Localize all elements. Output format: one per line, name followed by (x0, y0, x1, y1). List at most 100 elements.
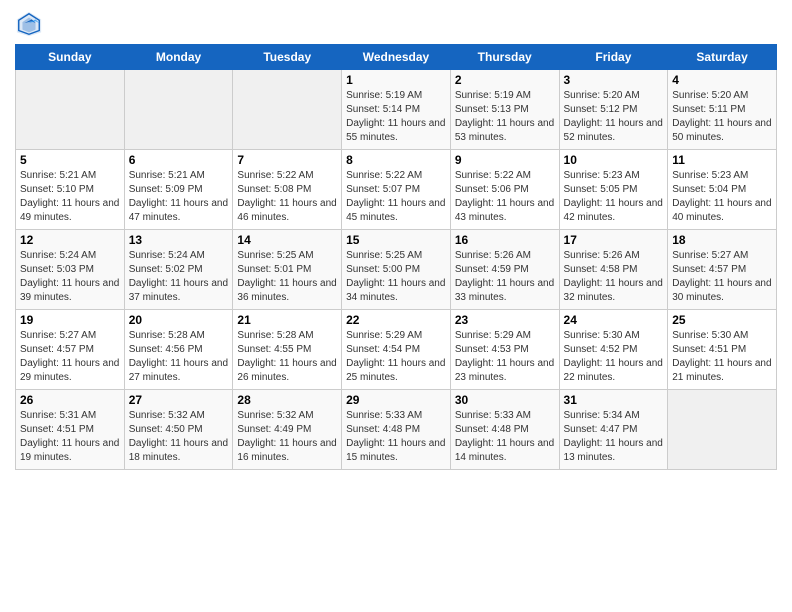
day-cell: 27Sunrise: 5:32 AM Sunset: 4:50 PM Dayli… (124, 390, 233, 470)
day-info: Sunrise: 5:22 AM Sunset: 5:08 PM Dayligh… (237, 169, 337, 225)
day-cell: 4 Sunrise: 5:20 AM Sunset: 5:11 PM Daylig… (668, 70, 777, 150)
day-header-wednesday: Wednesday (342, 45, 451, 70)
day-cell: 18 Sunrise: 5:27 AM Sunset: 4:57 PM Dayli… (668, 230, 777, 310)
day-cell: 23 Sunrise: 5:29 AM Sunset: 4:53 PM Dayli… (450, 310, 559, 390)
day-number: 6 (129, 153, 229, 167)
day-cell: 1 Sunrise: 5:19 AM Sunset: 5:14 PM Daylig… (342, 70, 451, 150)
day-info: Sunrise: 5:32 AM Sunset: 4:49 PM Dayligh… (237, 409, 337, 465)
day-info: Sunrise: 5:20 AM Sunset: 5:12 PM Dayligh… (564, 89, 664, 145)
day-number: 30 (455, 393, 555, 407)
day-cell (16, 70, 125, 150)
day-cell: 22 Sunrise: 5:29 AM Sunset: 4:54 PM Dayli… (342, 310, 451, 390)
day-info: Sunrise: 5:24 AM Sunset: 5:02 PM Dayligh… (129, 249, 229, 305)
day-info: Sunrise: 5:24 AM Sunset: 5:03 PM Dayligh… (20, 249, 120, 305)
logo-icon (15, 10, 43, 38)
day-number: 25 (672, 313, 772, 327)
day-header-monday: Monday (124, 45, 233, 70)
day-cell: 15 Sunrise: 5:25 AM Sunset: 5:00 PM Dayli… (342, 230, 451, 310)
day-header-saturday: Saturday (668, 45, 777, 70)
day-info: Sunrise: 5:23 AM Sunset: 5:04 PM Dayligh… (672, 169, 772, 225)
day-number: 16 (455, 233, 555, 247)
day-info: Sunrise: 5:28 AM Sunset: 4:56 PM Dayligh… (129, 329, 229, 385)
day-info: Sunrise: 5:22 AM Sunset: 5:06 PM Dayligh… (455, 169, 555, 225)
day-cell: 16 Sunrise: 5:26 AM Sunset: 4:59 PM Dayli… (450, 230, 559, 310)
day-info: Sunrise: 5:30 AM Sunset: 4:51 PM Dayligh… (672, 329, 772, 385)
day-header-friday: Friday (559, 45, 668, 70)
day-cell: 19Sunrise: 5:27 AM Sunset: 4:57 PM Dayli… (16, 310, 125, 390)
day-cell: 9 Sunrise: 5:22 AM Sunset: 5:06 PM Daylig… (450, 150, 559, 230)
days-header-row: SundayMondayTuesdayWednesdayThursdayFrid… (16, 45, 777, 70)
day-info: Sunrise: 5:29 AM Sunset: 4:53 PM Dayligh… (455, 329, 555, 385)
day-cell: 31Sunrise: 5:34 AM Sunset: 4:47 PM Dayli… (559, 390, 668, 470)
day-info: Sunrise: 5:20 AM Sunset: 5:11 PM Dayligh… (672, 89, 772, 145)
day-number: 20 (129, 313, 229, 327)
calendar-table: SundayMondayTuesdayWednesdayThursdayFrid… (15, 44, 777, 470)
day-info: Sunrise: 5:26 AM Sunset: 4:59 PM Dayligh… (455, 249, 555, 305)
day-cell: 2 Sunrise: 5:19 AM Sunset: 5:13 PM Daylig… (450, 70, 559, 150)
day-number: 12 (20, 233, 120, 247)
day-number: 31 (564, 393, 664, 407)
day-cell: 13 Sunrise: 5:24 AM Sunset: 5:02 PM Dayli… (124, 230, 233, 310)
day-number: 4 (672, 73, 772, 87)
day-info: Sunrise: 5:25 AM Sunset: 5:01 PM Dayligh… (237, 249, 337, 305)
day-number: 2 (455, 73, 555, 87)
day-number: 1 (346, 73, 446, 87)
day-cell: 28 Sunrise: 5:32 AM Sunset: 4:49 PM Dayli… (233, 390, 342, 470)
day-number: 14 (237, 233, 337, 247)
day-number: 11 (672, 153, 772, 167)
day-number: 15 (346, 233, 446, 247)
day-info: Sunrise: 5:27 AM Sunset: 4:57 PM Dayligh… (672, 249, 772, 305)
day-cell: 25 Sunrise: 5:30 AM Sunset: 4:51 PM Dayli… (668, 310, 777, 390)
day-cell: 26 Sunrise: 5:31 AM Sunset: 4:51 PM Dayli… (16, 390, 125, 470)
day-info: Sunrise: 5:25 AM Sunset: 5:00 PM Dayligh… (346, 249, 446, 305)
day-info: Sunrise: 5:22 AM Sunset: 5:07 PM Dayligh… (346, 169, 446, 225)
day-number: 24 (564, 313, 664, 327)
day-header-sunday: Sunday (16, 45, 125, 70)
week-row-2: 5 Sunrise: 5:21 AM Sunset: 5:10 PM Daylig… (16, 150, 777, 230)
week-row-4: 19Sunrise: 5:27 AM Sunset: 4:57 PM Dayli… (16, 310, 777, 390)
day-cell: 24 Sunrise: 5:30 AM Sunset: 4:52 PM Dayli… (559, 310, 668, 390)
day-cell: 6 Sunrise: 5:21 AM Sunset: 5:09 PM Daylig… (124, 150, 233, 230)
day-info: Sunrise: 5:28 AM Sunset: 4:55 PM Dayligh… (237, 329, 337, 385)
day-number: 29 (346, 393, 446, 407)
day-cell: 11 Sunrise: 5:23 AM Sunset: 5:04 PM Dayli… (668, 150, 777, 230)
day-number: 23 (455, 313, 555, 327)
day-number: 17 (564, 233, 664, 247)
day-info: Sunrise: 5:33 AM Sunset: 4:48 PM Dayligh… (455, 409, 555, 465)
week-row-3: 12 Sunrise: 5:24 AM Sunset: 5:03 PM Dayli… (16, 230, 777, 310)
day-number: 21 (237, 313, 337, 327)
day-number: 3 (564, 73, 664, 87)
day-info: Sunrise: 5:21 AM Sunset: 5:10 PM Dayligh… (20, 169, 120, 225)
day-number: 28 (237, 393, 337, 407)
day-cell: 20 Sunrise: 5:28 AM Sunset: 4:56 PM Dayli… (124, 310, 233, 390)
day-cell: 12 Sunrise: 5:24 AM Sunset: 5:03 PM Dayli… (16, 230, 125, 310)
day-info: Sunrise: 5:19 AM Sunset: 5:13 PM Dayligh… (455, 89, 555, 145)
week-row-1: 1 Sunrise: 5:19 AM Sunset: 5:14 PM Daylig… (16, 70, 777, 150)
day-cell: 14 Sunrise: 5:25 AM Sunset: 5:01 PM Dayli… (233, 230, 342, 310)
day-cell: 8 Sunrise: 5:22 AM Sunset: 5:07 PM Daylig… (342, 150, 451, 230)
day-number: 5 (20, 153, 120, 167)
day-number: 7 (237, 153, 337, 167)
day-info: Sunrise: 5:19 AM Sunset: 5:14 PM Dayligh… (346, 89, 446, 145)
day-number: 19 (20, 313, 120, 327)
day-info: Sunrise: 5:30 AM Sunset: 4:52 PM Dayligh… (564, 329, 664, 385)
day-info: Sunrise: 5:29 AM Sunset: 4:54 PM Dayligh… (346, 329, 446, 385)
day-cell: 10Sunrise: 5:23 AM Sunset: 5:05 PM Dayli… (559, 150, 668, 230)
day-cell: 17 Sunrise: 5:26 AM Sunset: 4:58 PM Dayli… (559, 230, 668, 310)
day-number: 18 (672, 233, 772, 247)
day-info: Sunrise: 5:26 AM Sunset: 4:58 PM Dayligh… (564, 249, 664, 305)
day-number: 22 (346, 313, 446, 327)
day-cell: 7 Sunrise: 5:22 AM Sunset: 5:08 PM Daylig… (233, 150, 342, 230)
day-number: 9 (455, 153, 555, 167)
day-number: 8 (346, 153, 446, 167)
day-cell (668, 390, 777, 470)
day-cell (124, 70, 233, 150)
day-header-thursday: Thursday (450, 45, 559, 70)
day-info: Sunrise: 5:31 AM Sunset: 4:51 PM Dayligh… (20, 409, 120, 465)
calendar-container: SundayMondayTuesdayWednesdayThursdayFrid… (0, 0, 792, 480)
day-info: Sunrise: 5:21 AM Sunset: 5:09 PM Dayligh… (129, 169, 229, 225)
day-info: Sunrise: 5:32 AM Sunset: 4:50 PM Dayligh… (129, 409, 229, 465)
day-info: Sunrise: 5:33 AM Sunset: 4:48 PM Dayligh… (346, 409, 446, 465)
day-number: 13 (129, 233, 229, 247)
day-number: 26 (20, 393, 120, 407)
